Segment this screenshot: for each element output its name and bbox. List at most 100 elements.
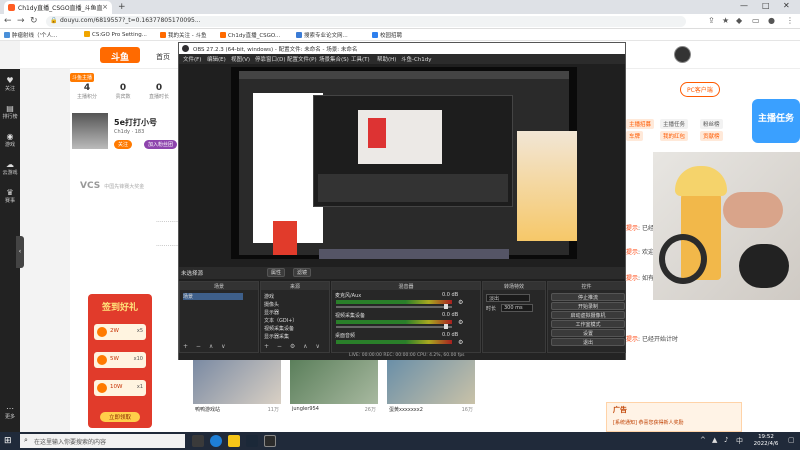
windows-start-icon[interactable]: ⊞ [4, 436, 12, 446]
profile-icon[interactable]: ● [768, 16, 775, 25]
sidenav-events[interactable]: ♛ 赛事 [0, 185, 20, 209]
back-icon[interactable]: ← [4, 16, 12, 26]
source-item[interactable]: 显示器采集 [264, 333, 289, 340]
rc-tab[interactable]: 主播任务 [660, 119, 689, 129]
bookmark-item[interactable]: Ch1dy直播_CSGO... [220, 31, 280, 39]
obs-menu-item[interactable]: 帮助(H) [377, 55, 396, 63]
pc-client-button[interactable]: PC客户端 [680, 82, 720, 97]
source-item[interactable]: 摄像头 [264, 301, 279, 308]
bookmark-star-icon[interactable]: ★ [722, 16, 729, 25]
sidenav-toggle[interactable]: ‹ [16, 236, 24, 268]
bookmark-icon [4, 32, 10, 38]
start-recording-button[interactable]: 开始录制 [551, 302, 625, 310]
forward-icon[interactable]: → [17, 16, 25, 26]
sidenav-more[interactable]: ⋯ 更多 [0, 401, 20, 425]
duration-field[interactable]: 300 ms [501, 304, 533, 312]
signin-claim-button[interactable]: 立即领取 [100, 412, 140, 422]
scene-item[interactable]: 场景 [183, 293, 243, 300]
sidenav-rank[interactable]: ▤ 排行榜 [0, 101, 20, 125]
address-bar[interactable]: 🔒 douyu.com/6819557?_t=0.16377805170095.… [46, 16, 686, 27]
tray-chevron-icon[interactable]: ^ [700, 436, 706, 444]
ime-icon[interactable]: 中 [736, 436, 743, 446]
gear-icon[interactable]: ⚙ [458, 339, 463, 346]
nav-home[interactable]: 首页 [156, 52, 170, 62]
close-window-icon[interactable]: ✕ [783, 1, 790, 10]
gear-icon[interactable]: ⚙ [458, 299, 463, 306]
close-tab-icon[interactable]: × [102, 3, 108, 11]
obs-menu-item[interactable]: 配置文件(P) [287, 55, 317, 63]
bookmark-item[interactable]: 肿瘤射线（'个人... [4, 31, 57, 39]
obs-menu-item[interactable]: 斗鱼-Ch1dy [401, 55, 432, 63]
rc-pill[interactable]: 我的红包 [660, 131, 689, 141]
fan-club-button[interactable]: 加入粉丝团 [144, 140, 178, 149]
stream-thumbnail[interactable]: jungler954 26万 [290, 360, 378, 413]
taskbar-clock[interactable]: 19:52 2022/4/6 [746, 434, 786, 448]
share-icon[interactable]: ⇪ [708, 16, 715, 25]
source-item[interactable]: 视频采集设备 [264, 325, 294, 332]
douyu-logo[interactable]: 斗鱼 [100, 47, 140, 63]
stream-thumbnail[interactable]: 蛋黄xxxxxxx2 16万 [387, 360, 475, 413]
sidenav-cloud-games[interactable]: ☁ 云游戏 [0, 157, 20, 181]
sidebar-icon[interactable]: ▭ [752, 16, 760, 25]
steam-app-icon[interactable] [246, 435, 258, 447]
volume-icon[interactable]: ♪ [724, 436, 728, 444]
task-mascot[interactable]: 主播任务 [752, 99, 800, 143]
streamer-avatar[interactable] [72, 113, 108, 149]
volume-slider[interactable] [336, 306, 452, 308]
obs-menu-item[interactable]: 视图(V) [231, 55, 250, 63]
task-view-icon[interactable] [192, 435, 204, 447]
menu-icon[interactable]: ⋮ [786, 16, 794, 25]
network-icon[interactable]: ▲ [712, 436, 717, 444]
file-explorer-icon[interactable] [228, 435, 240, 447]
stop-streaming-button[interactable]: 停止推流 [551, 293, 625, 301]
sidenav-follow[interactable]: ♥ 关注 [0, 73, 20, 97]
rc-tab[interactable]: 主播招募 [626, 119, 655, 129]
chrome-app-icon[interactable] [210, 435, 222, 447]
gear-icon[interactable]: ⚙ [458, 319, 463, 326]
rc-tab[interactable]: 粉丝榜 [700, 119, 723, 129]
properties-button[interactable]: 属性 [267, 268, 286, 277]
source-item[interactable]: 游戏 [264, 293, 274, 300]
scenes-controls[interactable]: + − ∧ ∨ [183, 343, 229, 350]
transition-select[interactable]: 淡出 [486, 294, 530, 302]
minimize-icon[interactable]: — [740, 1, 748, 10]
stream-thumbnail[interactable]: 鸭鸭游戏站 11万 [193, 360, 281, 413]
obs-app-icon[interactable] [264, 435, 276, 447]
thumbnail-views: 16万 [461, 407, 473, 413]
volume-knob[interactable] [444, 324, 448, 329]
rc-pill[interactable]: 车牌 [626, 131, 644, 141]
source-item[interactable]: 文本（GDI+） [264, 317, 297, 324]
bookmark-item[interactable]: CS:GO Pro Setting... [84, 31, 147, 38]
settings-button[interactable]: 设置 [551, 329, 625, 337]
source-item[interactable]: 显示器 [264, 309, 279, 316]
studio-mode-button[interactable]: 工作室模式 [551, 320, 625, 328]
sources-controls[interactable]: + − ⚙ ∧ ∨ [264, 343, 323, 350]
filters-button[interactable]: 滤镜 [293, 268, 312, 277]
obs-menu-item[interactable]: 场景集合(S) [319, 55, 349, 63]
user-avatar[interactable] [674, 46, 691, 63]
obs-menu-item[interactable]: 编辑(E) [207, 55, 226, 63]
reload-icon[interactable]: ↻ [30, 16, 38, 26]
signin-gift-ad[interactable]: 签到好礼 2W x5 5W x10 10W x1 立即领取 [88, 294, 152, 428]
browser-tab[interactable]: Ch1dy直播_CSGO直播_斗鱼直 × [4, 1, 112, 14]
bookmark-item[interactable]: 搜索专业论文网... [296, 31, 348, 39]
virtual-camera-button[interactable]: 启动虚拟摄像机 [551, 311, 625, 319]
extensions-icon[interactable]: ◆ [736, 16, 742, 25]
volume-slider[interactable] [336, 326, 452, 328]
exit-button[interactable]: 退出 [551, 338, 625, 346]
obs-preview[interactable] [231, 67, 577, 259]
rc-pill[interactable]: 贡献榜 [700, 131, 723, 141]
bookmark-item[interactable]: 我的关注 - 斗鱼 [160, 31, 206, 39]
notifications-icon[interactable]: ▢ [788, 436, 795, 444]
bottom-right-ad[interactable]: 广告 [系统通知] 恭喜您获得新人奖励 [606, 402, 742, 432]
sidenav-games[interactable]: ◉ 游戏 [0, 129, 20, 153]
follow-button[interactable]: 关注 [114, 140, 133, 149]
obs-menu-item[interactable]: 工具(T) [351, 55, 370, 63]
obs-menu-item[interactable]: 文件(F) [183, 55, 201, 63]
maximize-icon[interactable]: □ [762, 1, 770, 10]
volume-knob[interactable] [444, 304, 448, 309]
bookmark-item[interactable]: 校园招聘 [372, 31, 402, 39]
taskbar-search[interactable]: ⌕ 在这里输入你要搜索的内容 [20, 434, 185, 448]
obs-menu-item[interactable]: 停靠窗口(D) [255, 55, 286, 63]
new-tab-icon[interactable]: + [118, 2, 126, 12]
